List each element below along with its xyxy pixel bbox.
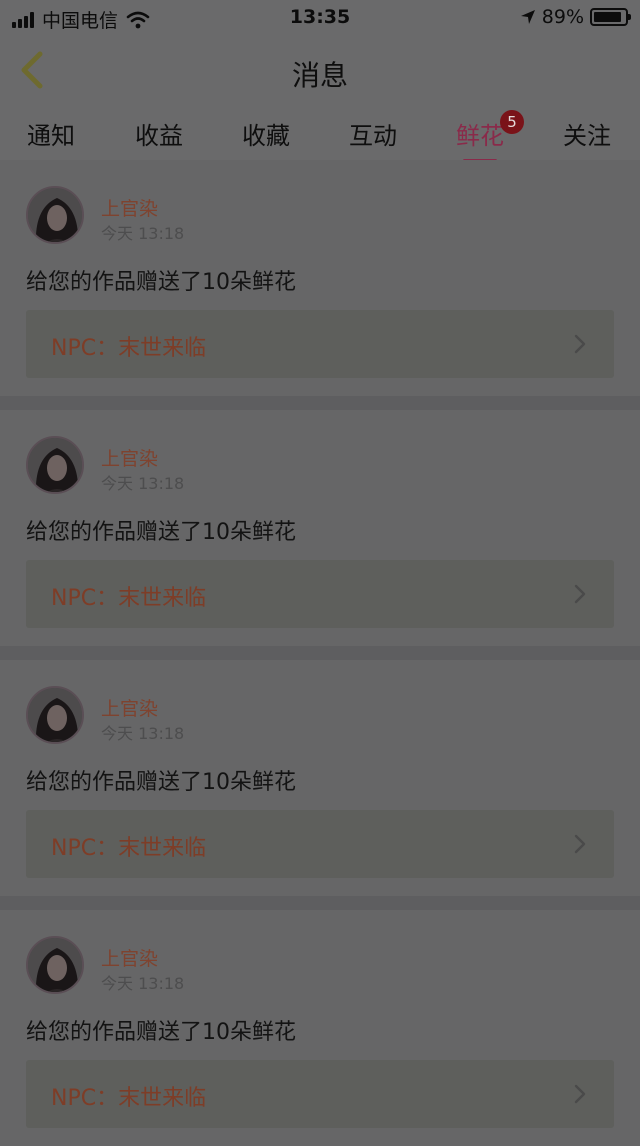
card-divider <box>0 646 640 660</box>
work-title: NPC：末世来临 <box>51 1086 207 1111</box>
work-link[interactable]: NPC：末世来临 <box>26 310 614 378</box>
work-link[interactable]: NPC：末世来临 <box>26 1060 614 1128</box>
card-divider <box>0 396 640 410</box>
work-title: NPC：末世来临 <box>51 336 207 361</box>
avatar[interactable] <box>26 436 84 494</box>
status-bar: 中国电信 13:35 89% <box>0 0 640 36</box>
message-time: 今天 13:18 <box>101 724 185 743</box>
chevron-right-icon <box>574 1084 586 1104</box>
battery-fill <box>594 12 621 22</box>
message-text: 给您的作品赠送了10朵鲜花 <box>26 520 296 545</box>
page-title: 消息 <box>291 59 348 92</box>
message-text: 给您的作品赠送了10朵鲜花 <box>26 1020 296 1045</box>
work-title: NPC：末世来临 <box>51 836 207 861</box>
avatar[interactable] <box>26 686 84 744</box>
avatar-portrait-icon <box>28 188 82 242</box>
message-time: 今天 13:18 <box>101 224 185 243</box>
message-time: 今天 13:18 <box>101 474 185 493</box>
chevron-right-icon <box>574 584 586 604</box>
tab-label: 关注 <box>563 122 611 150</box>
nav-bar: 消息 <box>0 36 640 109</box>
tab-label: 收藏 <box>242 122 290 150</box>
message-list: 上官染 今天 13:18 给您的作品赠送了10朵鲜花 NPC：末世来临 上官染 … <box>0 160 640 1146</box>
avatar-portrait-icon <box>28 688 82 742</box>
tab-favorites[interactable]: 收藏 <box>231 116 301 151</box>
card-divider <box>0 896 640 910</box>
tab-interaction[interactable]: 互动 <box>338 116 408 151</box>
location-arrow-icon <box>520 10 535 24</box>
message-card: 上官染 今天 13:18 给您的作品赠送了10朵鲜花 NPC：末世来临 <box>0 910 640 1146</box>
battery-icon <box>590 8 631 26</box>
tab-label: 收益 <box>135 122 183 150</box>
tab-income[interactable]: 收益 <box>124 116 194 151</box>
tab-label: 互动 <box>349 122 397 150</box>
avatar[interactable] <box>26 186 84 244</box>
message-card: 上官染 今天 13:18 给您的作品赠送了10朵鲜花 NPC：末世来临 <box>0 410 640 646</box>
avatar-portrait-icon <box>28 438 82 492</box>
status-right: 89% <box>520 6 631 28</box>
message-card: 上官染 今天 13:18 给您的作品赠送了10朵鲜花 NPC：末世来临 <box>0 160 640 396</box>
message-card: 上官染 今天 13:18 给您的作品赠送了10朵鲜花 NPC：末世来临 <box>0 660 640 896</box>
work-link[interactable]: NPC：末世来临 <box>26 560 614 628</box>
tab-label: 鲜花 <box>456 122 504 150</box>
sender-name[interactable]: 上官染 <box>101 194 158 221</box>
message-time: 今天 13:18 <box>101 974 185 993</box>
message-text: 给您的作品赠送了10朵鲜花 <box>26 770 296 795</box>
tab-label: 通知 <box>27 122 75 150</box>
chevron-right-icon <box>574 834 586 854</box>
chevron-right-icon <box>574 334 586 354</box>
sender-name[interactable]: 上官染 <box>101 944 158 971</box>
tab-following[interactable]: 关注 <box>552 116 622 151</box>
avatar-portrait-icon <box>28 938 82 992</box>
unread-badge: 5 <box>500 110 524 134</box>
work-link[interactable]: NPC：末世来临 <box>26 810 614 878</box>
sender-name[interactable]: 上官染 <box>101 694 158 721</box>
avatar[interactable] <box>26 936 84 994</box>
tab-bar: 通知 收益 收藏 互动 鲜花 5 关注 <box>0 108 640 162</box>
tab-notice[interactable]: 通知 <box>16 116 86 151</box>
battery-percent: 89% <box>541 6 584 28</box>
sender-name[interactable]: 上官染 <box>101 444 158 471</box>
work-title: NPC：末世来临 <box>51 586 207 611</box>
message-text: 给您的作品赠送了10朵鲜花 <box>26 270 296 295</box>
tab-flowers[interactable]: 鲜花 5 <box>445 110 524 162</box>
